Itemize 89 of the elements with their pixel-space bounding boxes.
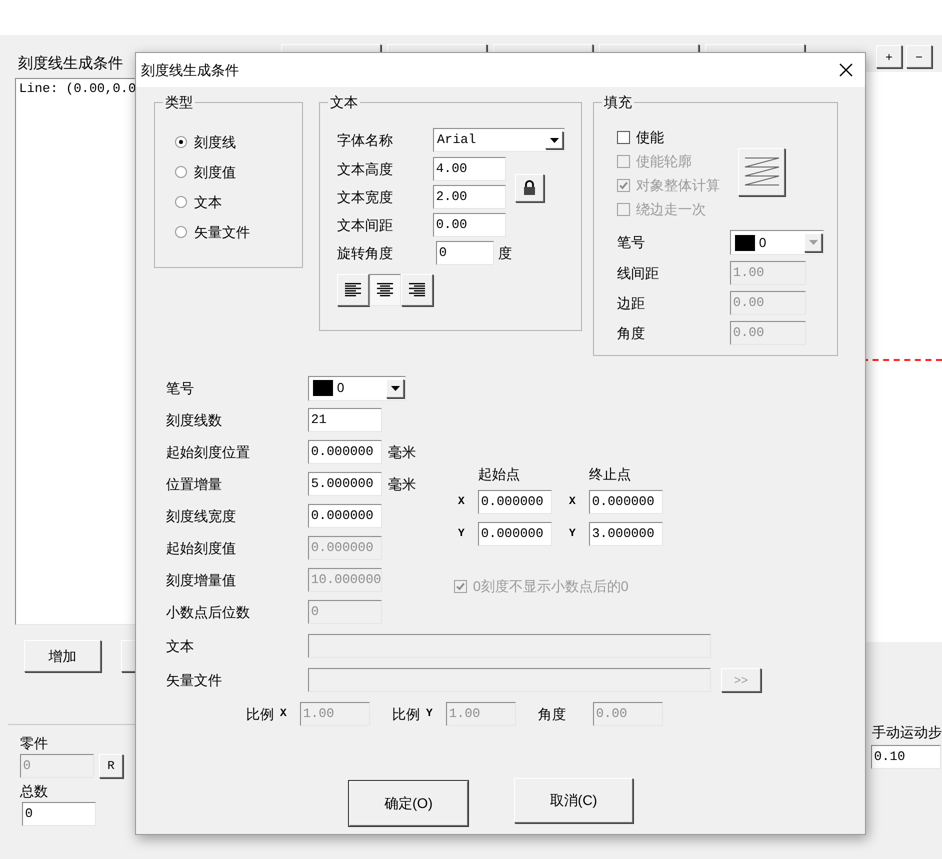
field-label: 线间距 — [617, 264, 660, 282]
zoom-button[interactable]: − — [906, 45, 932, 68]
add-button[interactable]: 增加 — [24, 640, 101, 672]
pen-value: 0 — [337, 379, 346, 398]
checkbox-label: 使能轮廓 — [636, 152, 692, 170]
field-label: 角度 — [617, 324, 646, 342]
checkbox-label: 使能 — [636, 128, 664, 146]
font-dropdown[interactable]: Arial — [433, 128, 565, 152]
dialog-title: 刻度线生成条件 — [141, 60, 239, 80]
group-title: 文本 — [328, 92, 360, 112]
align-icon — [377, 283, 393, 297]
point-title: 起始点 — [478, 465, 521, 484]
panel-title: 刻度线生成条件 — [18, 54, 123, 74]
field-label: 小数点后位数 — [166, 602, 251, 622]
field-label: 刻度线数 — [166, 410, 223, 430]
field-label: 刻度线宽度 — [166, 506, 237, 526]
radio-label: 刻度值 — [194, 162, 236, 182]
lock-icon — [523, 180, 536, 196]
jog-step-label: 手动运动步 — [872, 723, 942, 742]
checkbox-label: 绕边走一次 — [636, 200, 706, 218]
field-label: 矢量文件 — [166, 670, 223, 690]
axis-label: Y — [426, 706, 434, 722]
check-icon — [619, 180, 628, 190]
axis-label: X — [458, 494, 466, 510]
field-label: 刻度增量值 — [166, 570, 237, 590]
field-label: 位置增量 — [166, 474, 223, 494]
jog-step-field[interactable]: 0.10 — [871, 745, 941, 769]
checkbox-label: 0刻度不显示小数点后的0 — [473, 576, 629, 596]
field-label: 起始刻度位置 — [166, 442, 251, 462]
input-field[interactable]: 0.000000 — [308, 504, 382, 528]
axis-label: X — [280, 706, 288, 722]
unit-label: 毫米 — [388, 474, 416, 494]
field-label: 笔号 — [166, 378, 195, 398]
align-icon — [345, 283, 361, 297]
field-label: 文本 — [166, 636, 195, 656]
angle-label: 角度 — [538, 704, 567, 724]
axis-label: Y — [569, 526, 577, 542]
axis-label: X — [569, 494, 577, 510]
input-field[interactable]: 3.000000 — [589, 522, 663, 546]
field-label: 文本宽度 — [337, 188, 394, 206]
reset-button[interactable]: R — [99, 754, 123, 778]
align-button[interactable] — [369, 274, 401, 306]
pen-dropdown[interactable]: 0 — [308, 376, 406, 400]
font-value: Arial — [436, 131, 478, 150]
scale-label: 比例 — [392, 704, 420, 724]
scale-label: 比例 — [246, 704, 274, 724]
unit-label: 毫米 — [388, 442, 416, 462]
field-label: 文本高度 — [337, 160, 394, 178]
axis-label: Y — [458, 526, 466, 542]
field-label: 旋转角度 — [337, 244, 394, 262]
group-title: 填充 — [602, 92, 634, 112]
input-field[interactable]: 0.000000 — [589, 490, 663, 514]
radio-button[interactable] — [175, 196, 187, 208]
unit-label: 度 — [498, 244, 512, 262]
total-label: 总数 — [20, 782, 48, 801]
input-field[interactable]: 0 — [436, 241, 494, 265]
input-field[interactable]: 2.00 — [433, 185, 506, 209]
dialog-button[interactable]: 取消(C) — [514, 778, 633, 823]
close-icon[interactable] — [839, 63, 853, 77]
checkbox-label: 对象整体计算 — [636, 176, 720, 194]
field-label: 字体名称 — [337, 130, 394, 150]
checkbox[interactable] — [617, 130, 630, 144]
radio-label: 矢量文件 — [194, 222, 250, 242]
total-field[interactable]: 0 — [22, 802, 96, 826]
radio-label: 刻度线 — [194, 132, 236, 152]
field-label: 边距 — [617, 294, 646, 312]
field-label: 笔号 — [617, 233, 646, 252]
field-label: 文本间距 — [337, 216, 394, 234]
input-field[interactable]: 5.000000 — [308, 472, 382, 496]
part-label: 零件 — [20, 734, 48, 753]
radio-button[interactable] — [175, 226, 187, 238]
align-icon — [409, 283, 425, 297]
point-title: 终止点 — [589, 465, 632, 484]
fill-pattern-button[interactable] — [738, 148, 785, 196]
input-field[interactable]: 0.000000 — [478, 490, 552, 514]
check-icon — [456, 582, 465, 590]
input-field[interactable]: 0.00 — [433, 213, 506, 237]
input-field[interactable]: 21 — [308, 408, 382, 432]
input-field[interactable]: 4.00 — [433, 157, 506, 181]
radio-button[interactable] — [175, 166, 187, 178]
input-field[interactable]: 0.000000 — [308, 440, 382, 464]
radio-button[interactable] — [175, 136, 187, 148]
field-label: 起始刻度值 — [166, 538, 237, 558]
input-field[interactable]: 0.000000 — [478, 522, 552, 546]
dialog-button[interactable]: 确定(O) — [349, 781, 468, 826]
zoom-button[interactable]: + — [876, 45, 902, 68]
radio-label: 文本 — [194, 192, 222, 212]
lock-button[interactable] — [515, 174, 544, 202]
pen-value: 0 — [759, 234, 768, 252]
